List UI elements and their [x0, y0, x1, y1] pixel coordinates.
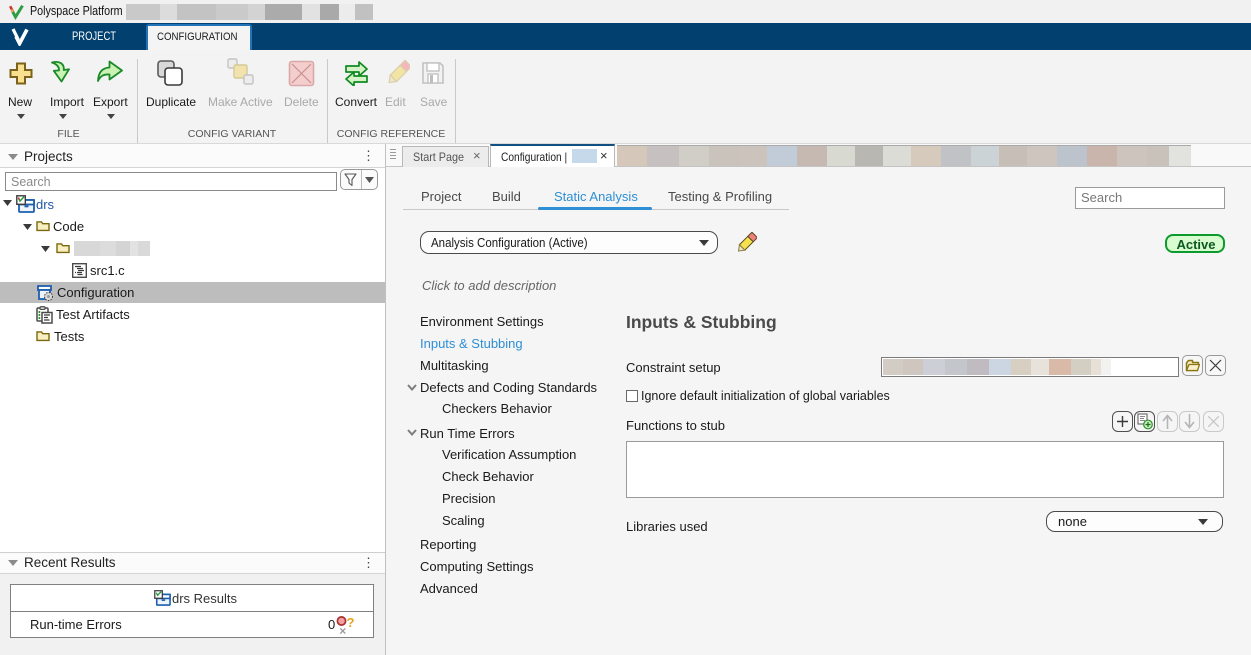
svg-text:×: × — [339, 624, 346, 636]
svg-text:?: ? — [347, 615, 355, 630]
